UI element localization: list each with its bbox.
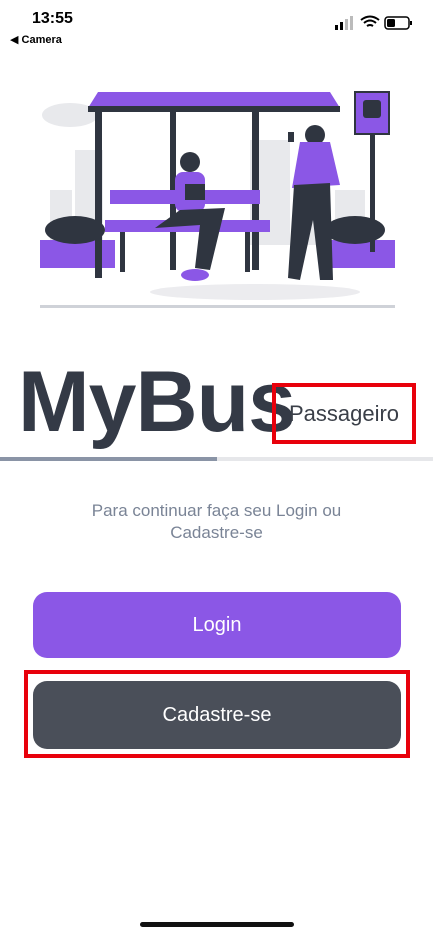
wifi-icon <box>360 15 380 27</box>
shelter-post-left <box>95 110 102 278</box>
progress-bar <box>0 457 433 461</box>
battery-icon <box>384 16 412 30</box>
home-indicator[interactable] <box>140 922 294 927</box>
status-bar: 13:55 ◀ Camera <box>0 0 433 50</box>
bus-stop-illustration <box>40 91 395 308</box>
login-button[interactable]: Login <box>33 592 401 658</box>
ground-line <box>40 305 395 308</box>
shelter-roof <box>88 92 340 108</box>
instruction-text: Para continuar faça seu Login ou Cadastr… <box>91 501 342 542</box>
register-button[interactable]: Cadastre-se <box>33 681 401 749</box>
user-type-label: Passageiro <box>272 383 416 444</box>
standing-woman <box>288 125 340 280</box>
progress-fill <box>0 457 217 461</box>
back-to-camera-link[interactable]: ◀ Camera <box>10 33 62 46</box>
status-time: 13:55 <box>32 10 73 27</box>
status-icons <box>335 15 412 30</box>
app-title: MyBus <box>18 354 296 450</box>
signal-icon <box>335 16 353 30</box>
planter-left <box>40 240 115 268</box>
seated-man <box>155 152 225 281</box>
